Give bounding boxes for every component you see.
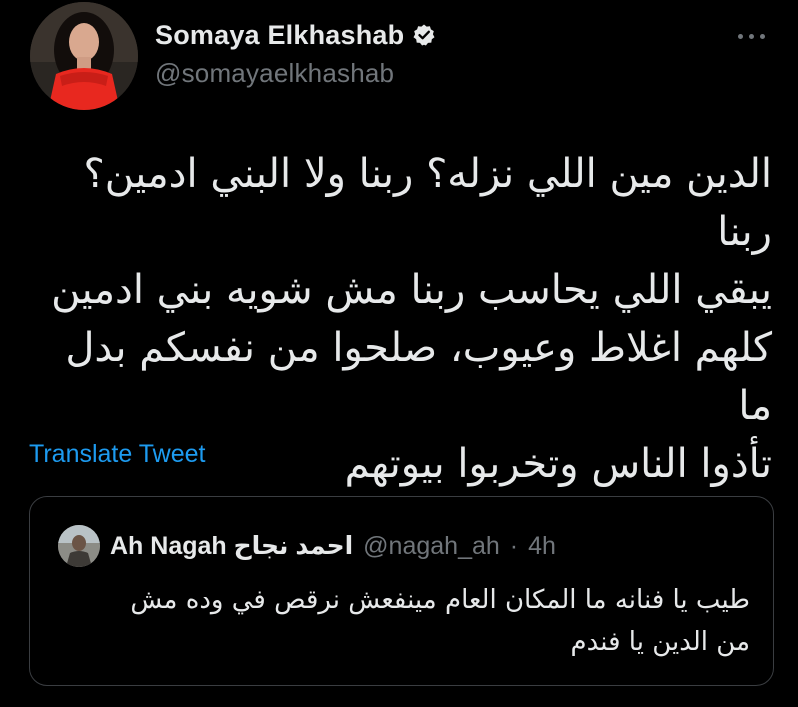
quoted-avatar-image (58, 525, 100, 567)
quoted-tweet-header: Ah Nagah احمد نجاح @nagah_ah · 4h (58, 525, 556, 567)
quoted-author-handle: @nagah_ah (363, 531, 500, 560)
quoted-timestamp[interactable]: 4h (528, 532, 556, 561)
quoted-author-name[interactable]: Ah Nagah احمد نجاح (110, 531, 353, 561)
quoted-author-avatar[interactable] (58, 525, 100, 567)
author-info: Somaya Elkhashab @somayaelkhashab (155, 16, 436, 96)
verified-badge-icon (412, 23, 436, 47)
author-avatar[interactable] (30, 2, 138, 110)
more-dots-icon[interactable] (730, 22, 772, 50)
author-handle[interactable]: @somayaelkhashab (155, 58, 436, 89)
quoted-tweet[interactable]: Ah Nagah احمد نجاح @nagah_ah · 4h طيب يا… (29, 496, 774, 686)
more-dot (748, 33, 754, 39)
author-name-row: Somaya Elkhashab (155, 16, 436, 54)
translate-tweet-link[interactable]: Translate Tweet (29, 440, 205, 469)
more-dot (759, 33, 765, 39)
more-dot (737, 33, 743, 39)
quoted-separator: · (509, 531, 519, 560)
author-display-name[interactable]: Somaya Elkhashab (155, 20, 404, 51)
tweet-card: Somaya Elkhashab @somayaelkhashab الدين … (0, 0, 798, 707)
quoted-tweet-text: طيب يا فنانه ما المكان العام مينفعش نرقص… (130, 585, 750, 657)
avatar-image (30, 2, 138, 110)
